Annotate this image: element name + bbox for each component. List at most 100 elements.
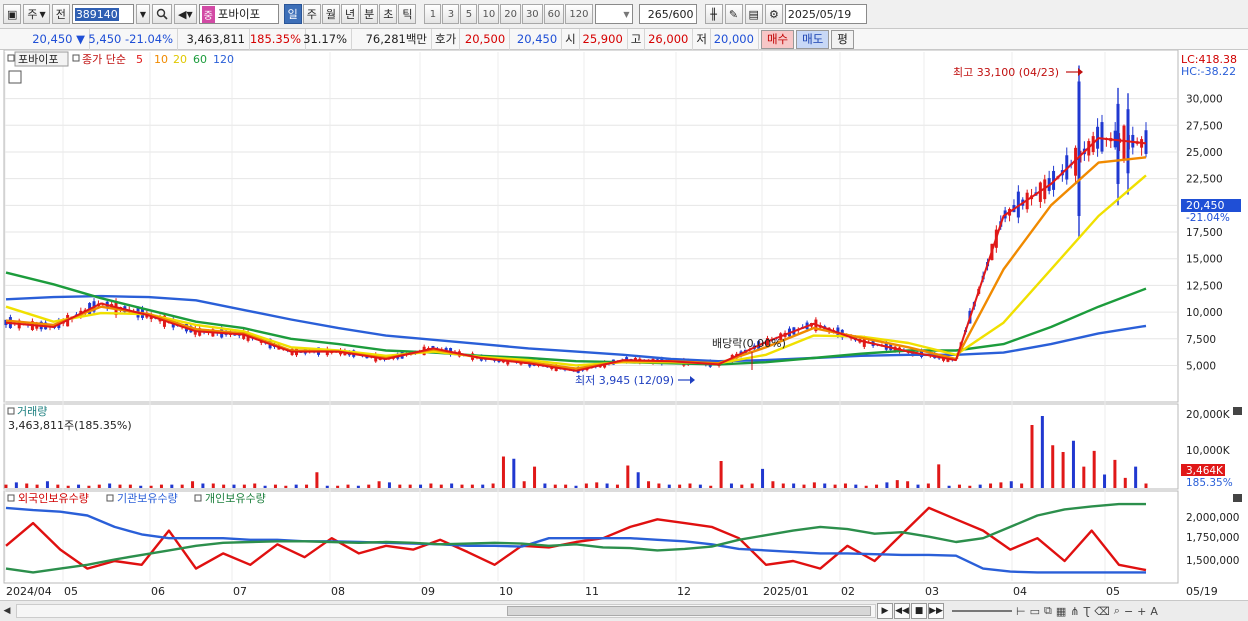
draw-tool-button[interactable]: ✎ [724, 4, 743, 24]
text-tool-icon[interactable]: Ʈ [1083, 605, 1090, 618]
date-axis: 2024/04 05 06 07 08 09 10 11 12 2025/01 02 03 04 05 05… [4, 582, 1218, 598]
zoom-slider[interactable] [952, 610, 1012, 612]
interval-1[interactable]: 1 [424, 4, 442, 24]
timeframe-second[interactable]: 초 [379, 4, 398, 24]
minus-icon[interactable]: − [1124, 605, 1133, 618]
stock-name-display[interactable]: 중 포바이포 [198, 4, 279, 24]
timeframe-week[interactable]: 주 [302, 4, 321, 24]
grid-icon[interactable]: ▦ [1056, 605, 1066, 618]
floppy-icon: ▤ [748, 7, 759, 21]
volume-bar [1082, 466, 1086, 488]
crosshair-icon[interactable]: ⊢ [1016, 605, 1026, 618]
volume-bar [232, 484, 236, 488]
change-pct-value: -21.04% [125, 32, 173, 46]
stock-code-input[interactable]: 389140 [71, 4, 134, 24]
calculator-icon[interactable] [8, 70, 22, 84]
last-price-label: 20,450 [1186, 199, 1225, 212]
candle-type-button[interactable]: ╫ [704, 4, 723, 24]
price-tick-label: 17,500 [1186, 227, 1223, 239]
timeframe-group: 일 주 월 년 분 초 틱 [283, 4, 417, 24]
scroll-right-button[interactable]: ▶ [877, 603, 893, 619]
candle-body [1122, 125, 1126, 161]
volume-bar [978, 484, 982, 488]
timeframe-year[interactable]: 년 [340, 4, 360, 24]
high-annotation: 최고 33,100 (04/23) [953, 66, 1059, 79]
plus-icon[interactable]: + [1137, 605, 1146, 618]
price-tick-label: 15,000 [1186, 254, 1223, 266]
eraser-icon[interactable]: ⌫ [1094, 605, 1110, 618]
down-arrow-icon: ▼ [76, 32, 85, 46]
dividend-annotation: 배당락(0.00%) [712, 337, 786, 350]
timeframe-day[interactable]: 일 [283, 4, 302, 24]
volume-panel[interactable] [3, 403, 1179, 490]
window-icon[interactable]: ▭ [1030, 605, 1040, 618]
volume-bar [595, 482, 599, 488]
holding-tick-2000000: 2,000,000 [1186, 512, 1239, 524]
horizontal-scrollbar[interactable] [16, 604, 876, 618]
sound-button[interactable]: ◀ ▼ [173, 4, 197, 24]
volume-bar [1123, 477, 1127, 488]
sell-button[interactable]: 매도 [796, 29, 830, 49]
date-value: 2025/05/19 [787, 7, 852, 21]
window-menu-icon[interactable]: ▣ [3, 4, 22, 24]
volume-bar [1020, 483, 1024, 488]
interval-5[interactable]: 5 [460, 4, 478, 24]
volume-bar [419, 484, 423, 488]
timeframe-minute[interactable]: 분 [360, 4, 379, 24]
stop-button[interactable]: ■ [911, 603, 927, 619]
interval-60[interactable]: 60 [543, 4, 565, 24]
interval-20[interactable]: 20 [500, 4, 521, 24]
copy-icon[interactable]: ⧉ [1044, 604, 1052, 618]
volume-bar [688, 483, 692, 488]
volume-bar [159, 484, 163, 488]
timeframe-month[interactable]: 월 [321, 4, 340, 24]
fork-icon[interactable]: ⋔ [1070, 605, 1079, 618]
zoom-icon[interactable]: ⌕ [1114, 604, 1120, 618]
interval-10[interactable]: 10 [478, 4, 500, 24]
interval-30[interactable]: 30 [521, 4, 543, 24]
stop-icon: ■ [914, 606, 924, 616]
scroll-thumb[interactable] [507, 606, 871, 616]
price-tick-label: 5,000 [1186, 360, 1216, 372]
font-size-icon[interactable]: A [1150, 605, 1158, 618]
volume-title: 거래량 [17, 405, 47, 418]
count-input[interactable]: 265/600 [638, 4, 697, 24]
date-input[interactable]: 2025/05/19 [784, 4, 867, 24]
scroll-left-button[interactable]: ◀ [0, 603, 14, 619]
interval-custom-select[interactable]: ▼ [594, 4, 633, 24]
volume-bar [325, 485, 329, 488]
rewind-button[interactable]: ◀◀ [894, 603, 910, 619]
interval-120[interactable]: 120 [565, 4, 593, 24]
date-tick-label: 2025/01 [763, 585, 809, 598]
quote-bar: 20,450 ▼ 5,450 -21.04% 3,463,811 185.35%… [0, 28, 1248, 50]
close-icon[interactable] [1233, 407, 1242, 415]
prev-button[interactable]: 전 [51, 4, 70, 24]
rewind-icon: ◀◀ [895, 606, 909, 616]
triangle-right-icon: ▶ [881, 606, 889, 616]
volume-bar [1009, 481, 1013, 488]
candlestick-icon: ╫ [710, 7, 717, 21]
fast-forward-icon: ▶▶ [929, 606, 943, 616]
volume-bar [812, 482, 816, 488]
flat-button[interactable]: 평 [831, 29, 854, 49]
chart-area[interactable]: 30,00027,50025,00022,50020,00017,50015,0… [0, 49, 1248, 600]
close-icon[interactable] [1233, 494, 1242, 502]
date-tick-label: 04 [1013, 585, 1027, 598]
code-dropdown-button[interactable]: ▼ [135, 4, 150, 24]
save-button[interactable]: ▤ [744, 4, 763, 24]
chart-svg[interactable]: 30,00027,50025,00022,50020,00017,50015,0… [0, 49, 1248, 600]
settings-button[interactable]: ⚙ [764, 4, 783, 24]
search-button[interactable] [151, 4, 172, 24]
low-label: 저 [693, 28, 711, 50]
period-mode-label: 주 [27, 8, 38, 21]
low-annotation: 최저 3,945 (12/09) [575, 374, 674, 387]
chevron-down-icon: ▼ [623, 9, 630, 19]
period-mode-select[interactable]: 주 ▼ [23, 4, 50, 24]
forward-button[interactable]: ▶▶ [928, 603, 944, 619]
chevron-down-icon: ▼ [186, 9, 193, 19]
interval-3[interactable]: 3 [442, 4, 460, 24]
current-price: 20,450 ▼ [0, 28, 90, 50]
buy-button[interactable]: 매수 [760, 29, 795, 49]
date-tick-label: 06 [151, 585, 165, 598]
timeframe-tick[interactable]: 틱 [398, 4, 417, 24]
